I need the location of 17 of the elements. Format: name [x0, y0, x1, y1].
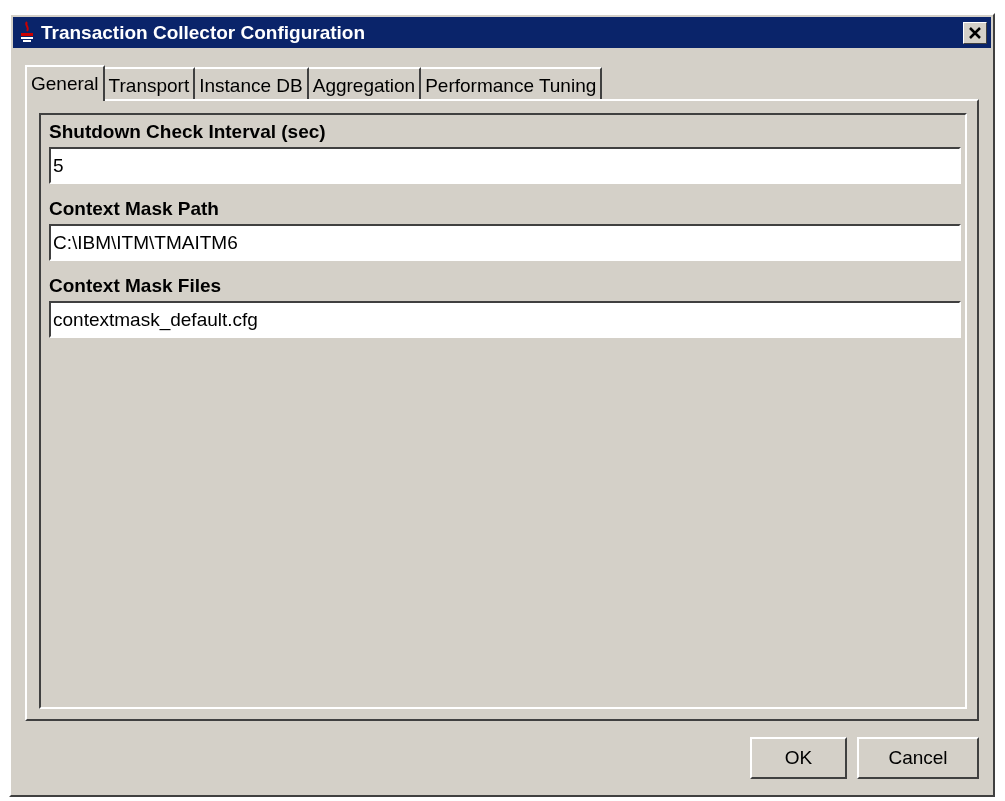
input-field[interactable]: contextmask_default.cfg — [49, 301, 961, 338]
ok-button[interactable]: OK — [750, 737, 847, 779]
input-field[interactable]: 5 — [49, 147, 961, 184]
cancel-button[interactable]: Cancel — [857, 737, 979, 779]
field-label: Context Mask Path — [49, 197, 220, 221]
field-label: Context Mask Files — [49, 274, 223, 298]
tab[interactable]: General — [25, 65, 105, 101]
close-icon — [969, 26, 981, 39]
tab[interactable]: Instance DB — [195, 67, 309, 99]
tab[interactable]: Aggregation — [308, 67, 422, 99]
field-label: Shutdown Check Interval (sec) — [49, 120, 327, 144]
close-button[interactable] — [963, 21, 987, 44]
tab[interactable]: Transport — [104, 67, 196, 99]
coffee-cup-icon — [19, 20, 35, 45]
tab[interactable]: Performance Tuning — [421, 67, 603, 99]
input-field[interactable]: C:\IBM\ITM\TMAITM6 — [49, 224, 961, 261]
window-title: Transaction Collector Configuration — [41, 21, 367, 44]
